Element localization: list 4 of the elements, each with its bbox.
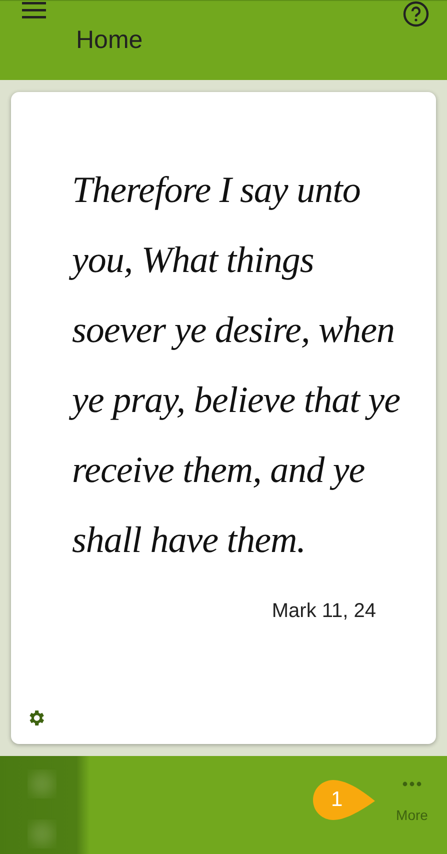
- screen-title: Home: [76, 26, 144, 55]
- tutorial-marker[interactable]: 1: [313, 780, 375, 820]
- verse-reference: Mark 11, 24: [272, 600, 376, 623]
- more-button[interactable]: More: [377, 756, 447, 854]
